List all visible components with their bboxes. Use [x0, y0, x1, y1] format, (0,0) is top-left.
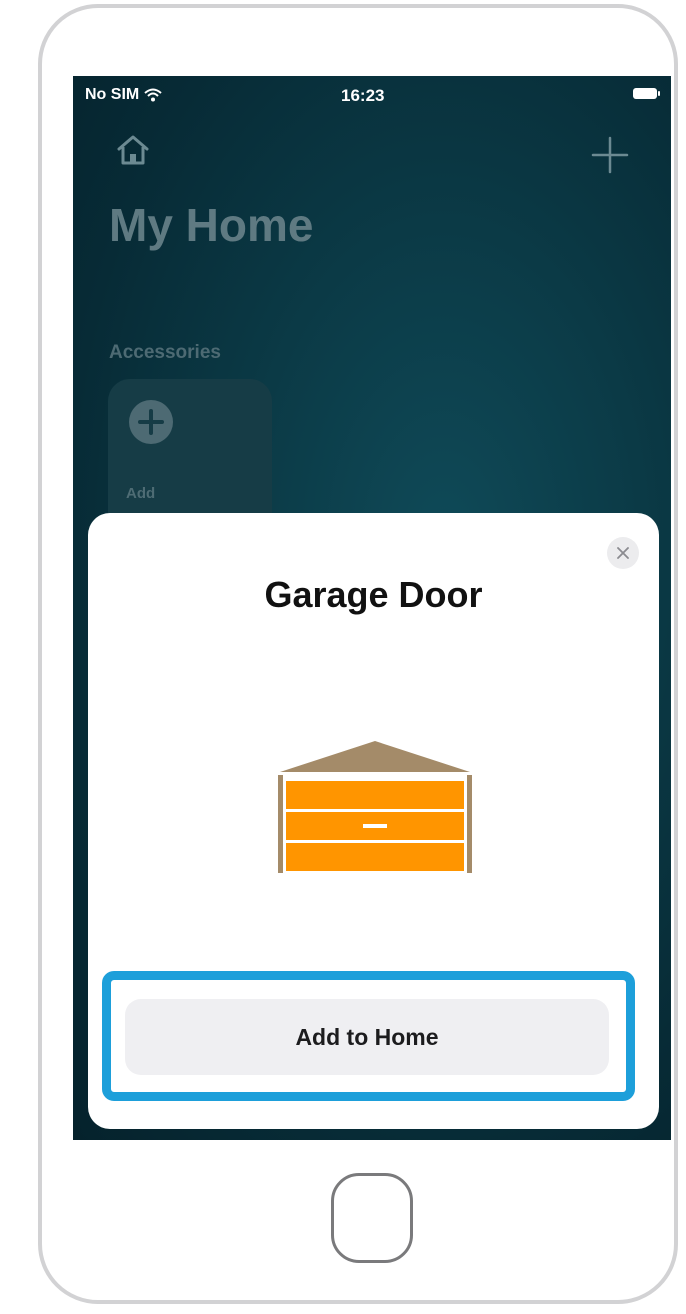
add-tile-label: Add — [126, 485, 156, 502]
home-icon[interactable] — [115, 132, 151, 168]
close-icon — [617, 547, 629, 559]
wifi-icon — [144, 88, 162, 102]
status-time: 16:23 — [341, 86, 385, 105]
add-to-home-button[interactable]: Add to Home — [125, 999, 609, 1075]
accessory-sheet: Garage Door Add to Home — [88, 513, 659, 1129]
page-title: My Home — [109, 199, 314, 251]
close-button[interactable] — [607, 537, 639, 569]
garage-door-icon — [278, 741, 472, 873]
carrier-status: No SIM — [85, 86, 162, 104]
carrier-label: No SIM — [85, 86, 140, 103]
status-bar: No SIM 16:23 — [73, 76, 671, 116]
accessories-section-label: Accessories — [109, 342, 221, 363]
hardware-home-button[interactable] — [331, 1173, 413, 1263]
plus-icon[interactable] — [587, 132, 633, 178]
add-circle-icon — [129, 400, 173, 444]
accessory-title: Garage Door — [264, 574, 483, 615]
battery-icon — [633, 88, 660, 99]
